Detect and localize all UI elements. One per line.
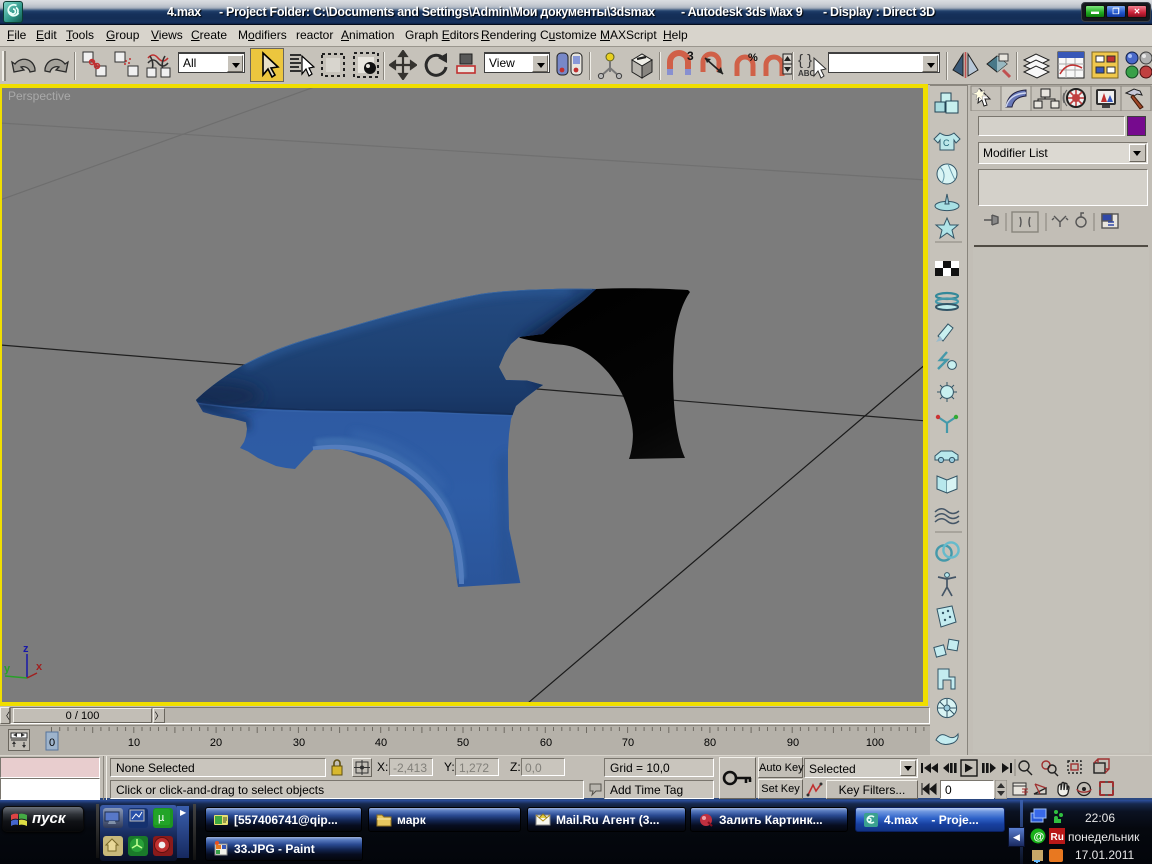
svg-text:30: 30 [293, 737, 305, 749]
svg-text:3: 3 [687, 50, 694, 63]
svg-text:x: x [36, 661, 43, 673]
svg-text:40: 40 [375, 737, 387, 749]
svg-text:{ }: { } [798, 52, 812, 69]
svg-text:50: 50 [457, 737, 469, 749]
svg-text:60: 60 [540, 737, 552, 749]
svg-text:C: C [943, 138, 950, 148]
svg-text:%: % [748, 52, 758, 64]
svg-text:0: 0 [49, 737, 55, 749]
svg-text:80: 80 [704, 737, 716, 749]
svg-text:70: 70 [622, 737, 634, 749]
svg-text:z: z [23, 643, 29, 655]
svg-text:@: @ [1034, 831, 1045, 843]
svg-text:µ: µ [158, 812, 165, 824]
svg-text:10: 10 [128, 737, 140, 749]
svg-text:y: y [4, 663, 11, 675]
svg-text:Ru: Ru [1051, 832, 1064, 843]
svg-text:ABC: ABC [798, 69, 816, 78]
svg-text:100: 100 [866, 737, 884, 749]
svg-text:20: 20 [210, 737, 222, 749]
svg-text:90: 90 [787, 737, 799, 749]
